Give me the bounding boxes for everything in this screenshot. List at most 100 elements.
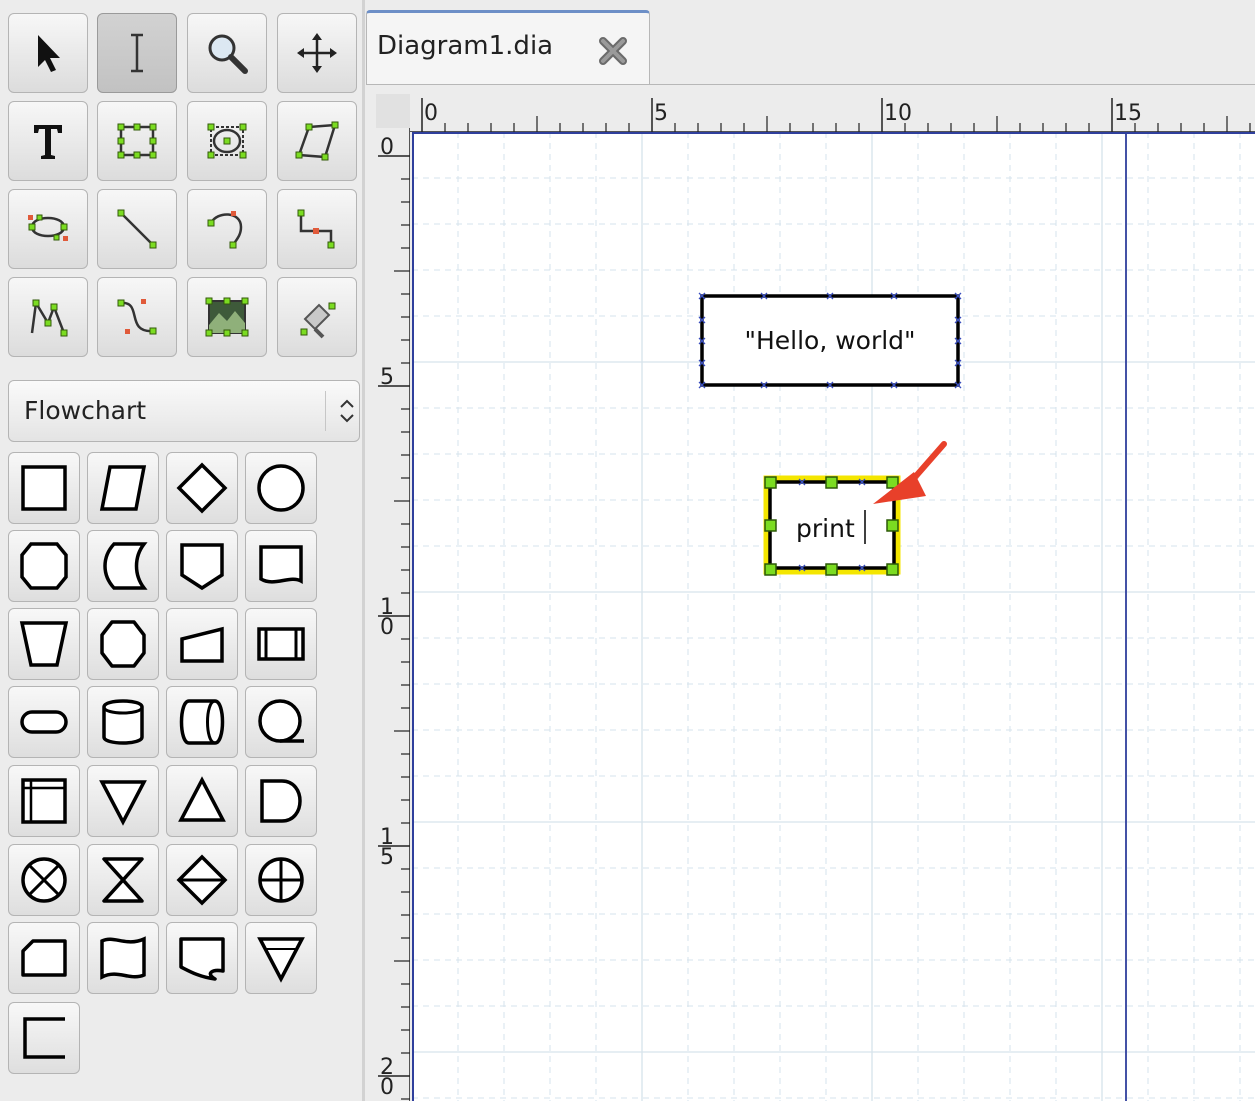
line-icon <box>117 209 157 249</box>
horizontal-ruler: 0 5 10 15 <box>410 94 1255 132</box>
polyline-icon <box>30 299 68 337</box>
sheet-selector[interactable]: Flowchart <box>8 380 360 442</box>
ruler-label-h-10: 10 <box>884 101 912 126</box>
flowchart-annotation-shape[interactable] <box>8 1002 80 1074</box>
flowchart-punched-tape-shape[interactable] <box>87 922 159 994</box>
text-edit-tool-button[interactable] <box>97 13 177 93</box>
scroll-tool-button[interactable] <box>277 13 357 93</box>
outline-tool-button[interactable] <box>277 277 357 357</box>
flowchart-ellipse-shape[interactable] <box>245 452 317 524</box>
image-icon <box>205 297 249 337</box>
flowchart-sequential-data-shape[interactable] <box>245 686 317 758</box>
summing-junction-shape-icon <box>21 857 67 903</box>
card-shape-icon <box>21 939 67 977</box>
multi-document-shape-icon <box>179 937 225 981</box>
sort-shape-icon <box>176 854 228 906</box>
diamond-shape-icon <box>176 462 228 514</box>
sheet-selector-divider <box>325 391 326 431</box>
delay-shape-icon <box>260 779 302 823</box>
vertical-ruler: 0 5 10 15 20 <box>376 128 410 1101</box>
line-tool-button[interactable] <box>97 189 177 269</box>
polygon-tool-button[interactable] <box>277 101 357 181</box>
flowchart-stored-data-shape[interactable] <box>87 530 159 602</box>
flowchart-multi-document-shape[interactable] <box>166 922 238 994</box>
offpage-connector-shape-icon <box>180 543 224 591</box>
flowchart-manual-input-shape[interactable] <box>166 608 238 680</box>
flowchart-or-shape[interactable] <box>245 844 317 916</box>
hourglass-shape-icon <box>102 857 144 903</box>
drum-shape-icon <box>179 699 225 745</box>
cylinder-shape-icon <box>102 699 144 745</box>
flowchart-manual-operation-shape[interactable] <box>8 608 80 680</box>
beziergon-icon <box>28 214 68 241</box>
flowchart-summing-junction-shape[interactable] <box>8 844 80 916</box>
ruler-label-v-0: 0 <box>380 135 394 160</box>
ruler-label-v-20: 20 <box>380 1055 394 1100</box>
sequential-data-shape-icon <box>258 699 304 743</box>
magnify-tool-button[interactable] <box>187 13 267 93</box>
print-box[interactable]: print <box>763 475 901 576</box>
flowchart-parallelogram-shape[interactable] <box>87 452 159 524</box>
text-cursor-icon <box>131 33 143 73</box>
outline-icon <box>300 302 336 339</box>
beziergon-tool-button[interactable] <box>8 189 88 269</box>
flowchart-direct-access-storage-shape[interactable] <box>166 686 238 758</box>
hexagon-shape-icon <box>20 542 68 590</box>
zigzag-line-tool-button[interactable] <box>277 189 357 269</box>
flowchart-delay-shape[interactable] <box>245 765 317 837</box>
flowchart-box-shape[interactable] <box>8 452 80 524</box>
flowchart-collate-shape[interactable] <box>87 844 159 916</box>
hello-world-box[interactable]: "Hello, world" <box>698 292 962 389</box>
toolbox: Flowchart <box>0 0 365 1101</box>
tab-title: Diagram1.dia <box>377 31 554 61</box>
text-tool-button[interactable] <box>8 101 88 181</box>
flowchart-predefined-process-shape[interactable] <box>245 608 317 680</box>
arc-tool-button[interactable] <box>187 189 267 269</box>
ellipse-tool-button[interactable] <box>187 101 267 181</box>
image-tool-button[interactable] <box>187 277 267 357</box>
document-shape-icon <box>259 545 303 584</box>
flowchart-merge-shape[interactable] <box>87 765 159 837</box>
ruler-label-v-5: 5 <box>380 365 394 390</box>
flowchart-offline-storage-shape[interactable] <box>245 922 317 994</box>
magnifier-icon <box>208 34 248 74</box>
box-icon <box>117 123 157 159</box>
offline-storage-shape-icon <box>257 937 305 983</box>
flowchart-extract-shape[interactable] <box>166 765 238 837</box>
circle-shape-icon <box>257 464 305 512</box>
parallelogram-shape-icon <box>99 465 147 511</box>
punched-tape-shape-icon <box>100 936 146 980</box>
flowchart-offpage-connector-shape[interactable] <box>166 530 238 602</box>
tab-diagram1[interactable]: Diagram1.dia <box>366 10 650 84</box>
down-triangle-shape-icon <box>99 780 147 826</box>
flowchart-document-shape[interactable] <box>245 530 317 602</box>
flowchart-magnetic-disk-shape[interactable] <box>87 686 159 758</box>
flowchart-diamond-shape[interactable] <box>166 452 238 524</box>
flowchart-card-shape[interactable] <box>8 922 80 994</box>
flowchart-preparation-shape[interactable] <box>8 530 80 602</box>
stadium-shape-icon <box>20 710 68 734</box>
predefined-process-shape-icon <box>257 627 305 661</box>
pane-divider[interactable] <box>362 0 365 1101</box>
ruler-label-h-5: 5 <box>654 101 668 126</box>
or-shape-icon <box>258 857 304 903</box>
polygon-icon <box>295 121 339 161</box>
flowchart-terminal-hexagon-shape[interactable] <box>87 608 159 680</box>
flowchart-terminal-shape[interactable] <box>8 686 80 758</box>
arc-icon <box>207 211 243 249</box>
print-text: print <box>796 514 855 543</box>
polyline-tool-button[interactable] <box>8 277 88 357</box>
diagram-canvas[interactable]: "Hello, world" print <box>412 132 1255 1101</box>
modify-tool-button[interactable] <box>8 13 88 93</box>
close-x-icon[interactable] <box>595 33 631 69</box>
bezier-line-icon <box>117 299 157 335</box>
text-T-icon <box>34 125 62 159</box>
rounded-hexagon-shape-icon <box>100 620 146 668</box>
flowchart-internal-storage-shape[interactable] <box>8 765 80 837</box>
box-tool-button[interactable] <box>97 101 177 181</box>
stored-data-shape-icon <box>103 542 148 590</box>
sheet-selector-label: Flowchart <box>24 396 147 425</box>
flowchart-sort-shape[interactable] <box>166 844 238 916</box>
arrow-pointer-icon <box>38 35 60 72</box>
bezier-line-tool-button[interactable] <box>97 277 177 357</box>
